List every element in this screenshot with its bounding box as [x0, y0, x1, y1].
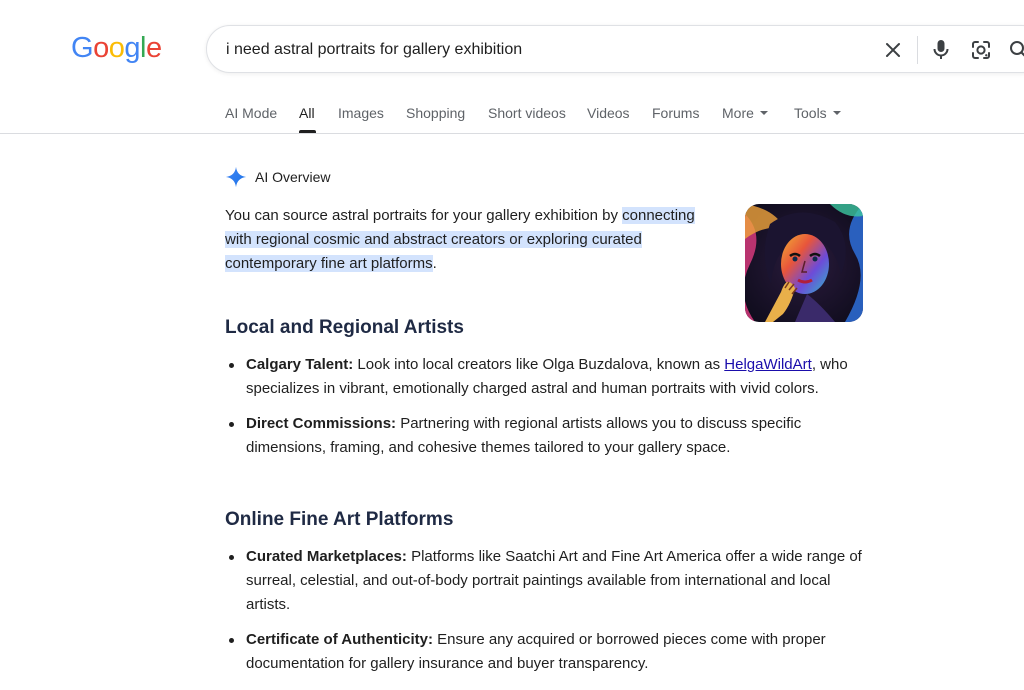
ai-overview-header: AI Overview	[225, 165, 330, 189]
item-title: Curated Marketplaces:	[246, 548, 407, 565]
list-item: Certificate of Authenticity: Ensure any …	[225, 628, 865, 676]
tab-more[interactable]: More	[722, 104, 768, 122]
tab-label: More	[722, 105, 754, 121]
tab-ai-mode[interactable]: AI Mode	[225, 104, 277, 122]
ai-overview-intro: You can source astral portraits for your…	[225, 204, 725, 276]
tab-label: Shopping	[406, 105, 466, 121]
helgawildart-link[interactable]: HelgaWildArt	[724, 356, 812, 373]
search-box	[206, 25, 1024, 73]
search-icon[interactable]	[1007, 38, 1024, 62]
tab-label: AI Mode	[225, 105, 278, 121]
list-item: Calgary Talent: Look into local creators…	[225, 353, 865, 401]
tab-videos[interactable]: Videos	[587, 104, 630, 122]
item-text: Look into local creators like Olga Buzda…	[353, 356, 725, 373]
intro-end: .	[432, 255, 437, 272]
tab-label: Videos	[587, 105, 630, 121]
logo-letter: g	[124, 32, 140, 64]
logo-letter: G	[71, 32, 94, 64]
portrait-thumbnail[interactable]	[745, 204, 863, 322]
tab-label: Forums	[652, 105, 700, 121]
tab-all[interactable]: All	[299, 104, 315, 122]
section-list-local-artists: Calgary Talent: Look into local creators…	[225, 353, 865, 460]
logo-letter: o	[108, 32, 125, 64]
search-input[interactable]	[226, 38, 826, 62]
lens-icon[interactable]	[969, 38, 993, 62]
tab-label: Short videos	[488, 105, 566, 121]
list-item: Curated Marketplaces: Platforms like Saa…	[225, 545, 865, 617]
sparkle-icon	[225, 166, 247, 188]
section-heading-local-artists: Local and Regional Artists	[225, 317, 464, 338]
microphone-icon[interactable]	[929, 38, 953, 62]
list-item: Direct Commissions: Partnering with regi…	[225, 412, 865, 460]
chevron-down-icon	[832, 111, 841, 116]
section-heading-online-platforms: Online Fine Art Platforms	[225, 509, 454, 530]
logo-letter: o	[93, 32, 109, 64]
chevron-down-icon	[759, 111, 768, 116]
tab-images[interactable]: Images	[338, 104, 384, 122]
portrait-image	[745, 204, 863, 322]
tab-tools[interactable]: Tools	[794, 104, 841, 122]
section-list-online-platforms: Curated Marketplaces: Platforms like Saa…	[225, 545, 865, 676]
search-divider	[917, 36, 918, 64]
item-title: Direct Commissions:	[246, 415, 397, 432]
google-logo[interactable]: Google	[71, 31, 162, 65]
tabs-divider	[0, 133, 1024, 134]
close-icon[interactable]	[881, 38, 905, 62]
tab-label: Tools	[794, 105, 827, 121]
tab-shopping[interactable]: Shopping	[406, 104, 465, 122]
ai-overview-label: AI Overview	[255, 169, 331, 185]
tab-short-videos[interactable]: Short videos	[488, 104, 566, 122]
tab-label: All	[299, 105, 315, 121]
item-title: Calgary Talent:	[246, 356, 354, 373]
item-title: Certificate of Authenticity:	[246, 631, 433, 648]
tab-label: Images	[338, 105, 384, 121]
tab-forums[interactable]: Forums	[652, 104, 699, 122]
intro-text: You can source astral portraits for your…	[225, 207, 623, 224]
logo-letter: e	[145, 32, 162, 64]
